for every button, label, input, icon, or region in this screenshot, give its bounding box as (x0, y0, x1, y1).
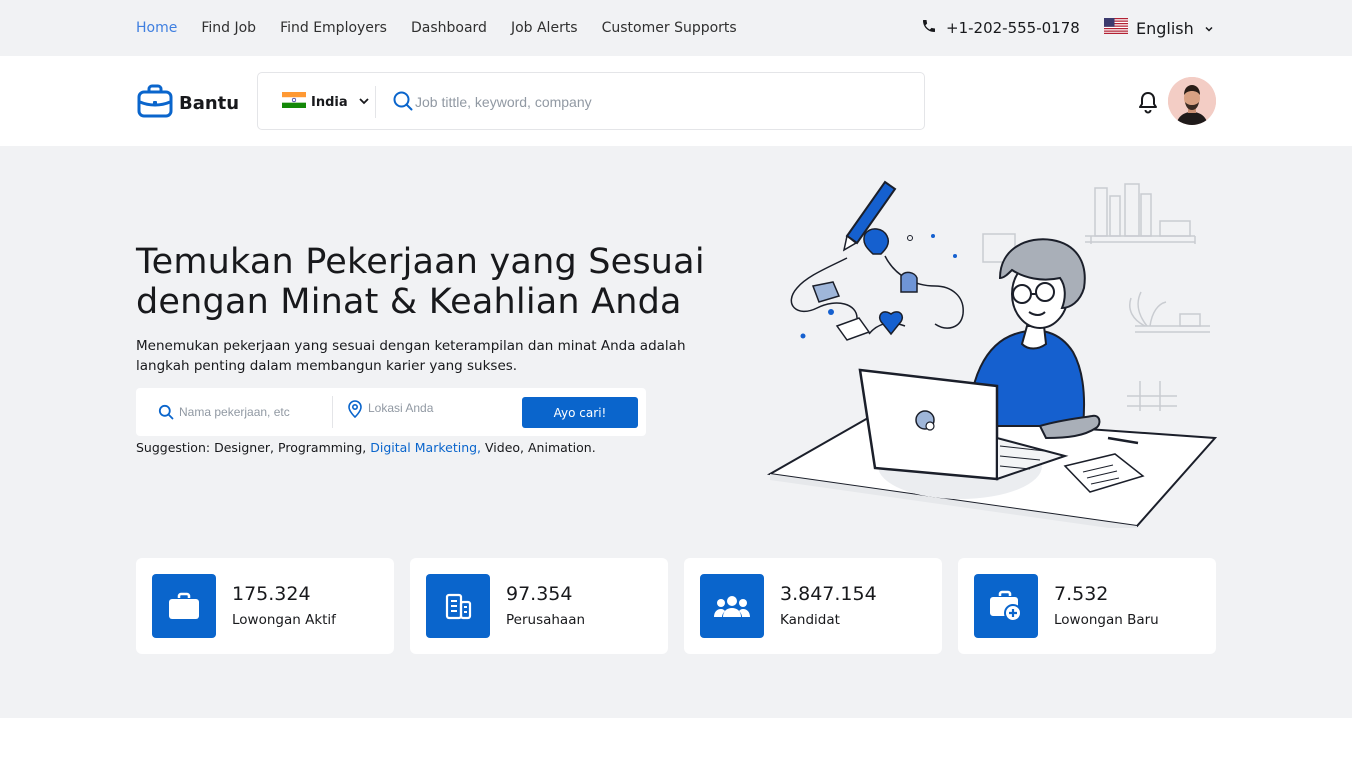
suggestion-animation[interactable]: Animation. (528, 440, 596, 455)
suggestion-video[interactable]: Video, (485, 440, 524, 455)
hero-search-form: Ayo cari! (136, 388, 646, 436)
hero-description: Menemukan pekerjaan yang sesuai dengan k… (136, 336, 736, 376)
users-icon (700, 574, 764, 638)
header-search-bar: India (257, 72, 925, 130)
search-divider (375, 86, 376, 118)
language-label: English (1136, 18, 1194, 38)
stat-card-new-jobs: 7.532 Lowongan Baru (958, 558, 1216, 654)
job-search-input[interactable] (415, 88, 895, 116)
nav-dashboard[interactable]: Dashboard (411, 20, 487, 36)
stat-label: Lowongan Baru (1054, 612, 1159, 628)
job-name-input[interactable] (179, 402, 329, 422)
main-header: Bantu India (0, 56, 1352, 146)
phone-contact[interactable]: +1-202-555-0178 (921, 17, 1080, 39)
brand-logo[interactable]: Bantu (137, 84, 239, 122)
hero-description-line1: Menemukan pekerjaan yang sesuai dengan k… (136, 338, 686, 354)
stat-value: 3.847.154 (780, 583, 877, 605)
search-icon (392, 90, 414, 116)
suggestion-programming[interactable]: Programming, (278, 440, 366, 455)
chevron-down-icon (1204, 19, 1214, 38)
country-selector[interactable]: India (282, 92, 371, 112)
phone-number: +1-202-555-0178 (946, 19, 1080, 37)
location-input[interactable] (368, 398, 518, 418)
language-selector[interactable]: English (1104, 17, 1214, 39)
building-icon (426, 574, 490, 638)
stat-card-companies: 97.354 Perusahaan (410, 558, 668, 654)
hero-title-line2: dengan Minat & Keahlian Anda (136, 282, 682, 322)
stat-label: Perusahaan (506, 612, 586, 628)
nav-find-job[interactable]: Find Job (201, 20, 256, 36)
search-button[interactable]: Ayo cari! (522, 397, 638, 428)
stat-label: Kandidat (780, 612, 840, 628)
hero-title: Temukan Pekerjaan yang Sesuai dengan Min… (136, 242, 756, 322)
briefcase-logo-icon (137, 84, 173, 122)
stat-value: 175.324 (232, 583, 311, 605)
search-suggestions: Suggestion: Designer, Programming, Digit… (136, 440, 596, 455)
hero-section: Temukan Pekerjaan yang Sesuai dengan Min… (0, 146, 1352, 718)
brand-name: Bantu (179, 92, 240, 114)
suggestion-designer[interactable]: Designer, (214, 440, 274, 455)
briefcase-icon (152, 574, 216, 638)
chevron-down-icon (357, 93, 371, 112)
suggestion-digital-marketing[interactable]: Digital Marketing, (370, 440, 481, 455)
stat-card-candidates: 3.847.154 Kandidat (684, 558, 942, 654)
suggestion-prefix: Suggestion: (136, 440, 215, 455)
stat-card-active-jobs: 175.324 Lowongan Aktif (136, 558, 394, 654)
india-flag-icon (282, 92, 306, 112)
search-icon (158, 404, 174, 424)
nav-job-alerts[interactable]: Job Alerts (511, 20, 578, 36)
stat-value: 97.354 (506, 583, 573, 605)
notification-bell-icon[interactable] (1137, 90, 1159, 118)
briefcase-plus-icon (974, 574, 1038, 638)
phone-icon (921, 18, 937, 38)
stat-value: 7.532 (1054, 583, 1109, 605)
country-label: India (311, 94, 348, 110)
top-bar: Home Find Job Find Employers Dashboard J… (0, 0, 1352, 56)
top-nav: Home Find Job Find Employers Dashboard J… (136, 0, 761, 56)
user-avatar[interactable] (1168, 77, 1216, 125)
stat-label: Lowongan Aktif (232, 612, 336, 628)
map-pin-icon (347, 400, 363, 422)
nav-home[interactable]: Home (136, 20, 177, 36)
nav-find-employers[interactable]: Find Employers (280, 20, 387, 36)
hero-illustration (766, 180, 1218, 528)
nav-customer-supports[interactable]: Customer Supports (602, 20, 737, 36)
hero-description-line2: langkah penting dalam membangun karier y… (136, 358, 518, 374)
hero-search-divider (332, 396, 333, 428)
us-flag-icon (1104, 18, 1128, 38)
hero-title-line1: Temukan Pekerjaan yang Sesuai (136, 242, 705, 282)
